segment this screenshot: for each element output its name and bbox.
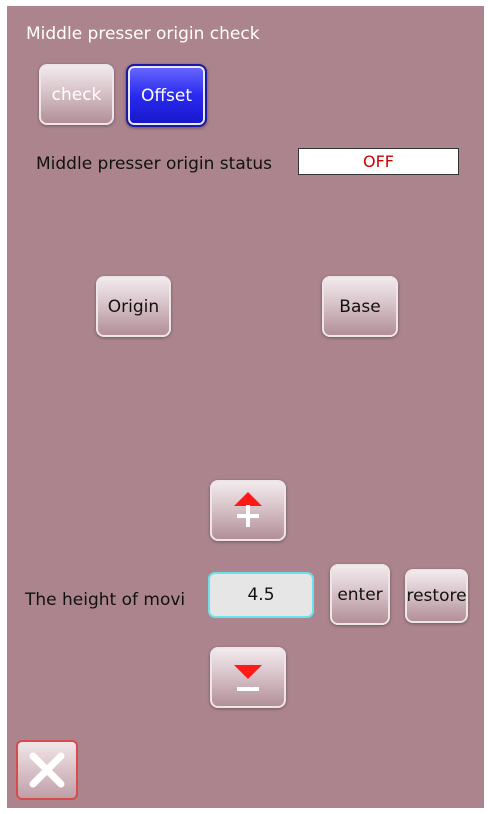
- close-x-icon: [29, 752, 65, 788]
- height-input[interactable]: 4.5: [208, 572, 314, 618]
- origin-check-panel: Middle presser origin check check Offset…: [7, 6, 484, 808]
- increase-height-button[interactable]: [210, 480, 286, 541]
- decrease-height-button[interactable]: [210, 647, 286, 708]
- origin-button[interactable]: Origin: [96, 276, 171, 337]
- check-button[interactable]: check: [39, 64, 114, 125]
- restore-button[interactable]: restore: [405, 569, 468, 623]
- origin-status-label: Middle presser origin status: [36, 154, 273, 174]
- minus-down-arrow-icon: [234, 664, 262, 691]
- base-button[interactable]: Base: [322, 276, 398, 337]
- origin-status-value: OFF: [298, 148, 459, 175]
- plus-up-arrow-icon: [234, 491, 262, 527]
- close-button[interactable]: [16, 740, 78, 800]
- height-label: The height of movi: [25, 590, 186, 610]
- enter-button[interactable]: enter: [330, 564, 390, 625]
- offset-button[interactable]: Offset: [126, 64, 207, 127]
- page-title: Middle presser origin check: [26, 24, 260, 44]
